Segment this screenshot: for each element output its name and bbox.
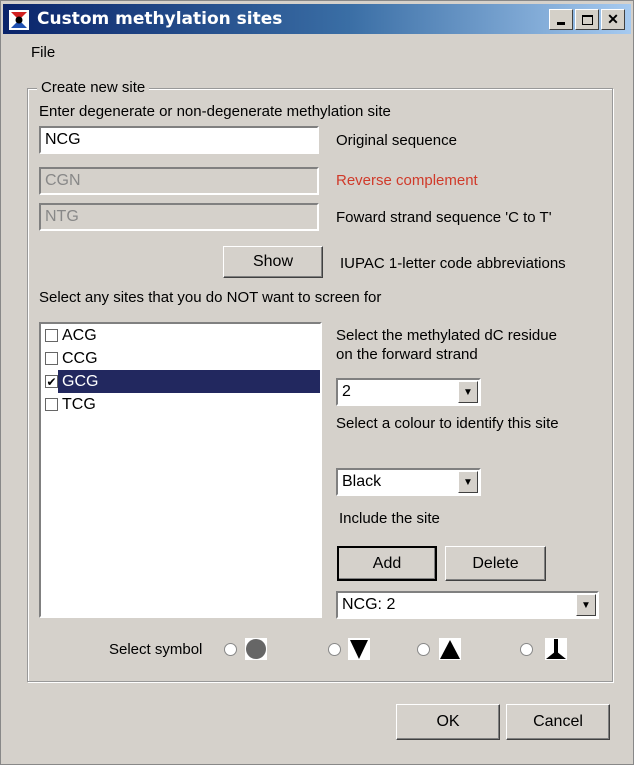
- checkbox-checked[interactable]: ✔: [45, 375, 58, 388]
- colour-select[interactable]: Black ▼: [336, 468, 481, 496]
- residue-label-1: Select the methylated dC residue: [336, 327, 557, 344]
- checkbox[interactable]: [45, 329, 58, 342]
- reverse-complement-field: CGN: [39, 167, 319, 195]
- chevron-down-icon[interactable]: ▼: [458, 471, 478, 493]
- close-button[interactable]: ✕: [601, 9, 625, 30]
- chevron-down-icon[interactable]: ▼: [458, 381, 478, 403]
- instruction-label: Enter degenerate or non-degenerate methy…: [39, 103, 391, 120]
- title-bar: Custom methylation sites ✕: [3, 4, 631, 34]
- ok-button[interactable]: OK: [396, 704, 500, 740]
- inverted-t-icon: [545, 638, 567, 660]
- minimize-button[interactable]: [549, 9, 573, 30]
- app-icon: [9, 10, 29, 30]
- close-icon: ✕: [607, 11, 619, 27]
- chevron-down-icon[interactable]: ▼: [576, 594, 596, 616]
- iupac-label: IUPAC 1-letter code abbreviations: [340, 255, 566, 272]
- original-sequence-label: Original sequence: [336, 132, 457, 149]
- cancel-button[interactable]: Cancel: [506, 704, 610, 740]
- menu-bar: File: [3, 39, 631, 67]
- colour-label: Select a colour to identify this site: [336, 415, 559, 432]
- checkbox[interactable]: [45, 398, 58, 411]
- dialog-window: Custom methylation sites ✕ File Create n…: [0, 0, 634, 765]
- include-label: Include the site: [339, 510, 440, 527]
- residue-select[interactable]: 2 ▼: [336, 378, 481, 406]
- group-legend: Create new site: [37, 79, 150, 96]
- residue-value: 2: [342, 383, 351, 400]
- select-symbol-label: Select symbol: [109, 641, 203, 658]
- reverse-complement-label: Reverse complement: [336, 172, 478, 189]
- triangle-up-icon: [439, 638, 461, 660]
- menu-file[interactable]: File: [31, 44, 55, 61]
- triangle-down-icon: [348, 638, 370, 660]
- list-item[interactable]: ✔ GCG: [41, 370, 320, 393]
- symbol-radio-inverted-t[interactable]: [520, 643, 533, 656]
- maximize-icon: [581, 14, 593, 25]
- minimize-icon: [557, 22, 565, 25]
- list-item[interactable]: CCG: [41, 347, 320, 370]
- select-sites-label: Select any sites that you do NOT want to…: [39, 289, 382, 306]
- maximize-button[interactable]: [575, 9, 599, 30]
- delete-button[interactable]: Delete: [445, 546, 546, 581]
- show-button[interactable]: Show: [223, 246, 323, 278]
- original-sequence-input[interactable]: NCG: [39, 126, 319, 154]
- list-item[interactable]: TCG: [41, 393, 320, 416]
- symbol-radio-triangle-down[interactable]: [328, 643, 341, 656]
- window-title: Custom methylation sites: [37, 9, 283, 29]
- colour-value: Black: [342, 473, 382, 490]
- circle-symbol-icon: [245, 638, 267, 660]
- symbol-radio-triangle-up[interactable]: [417, 643, 430, 656]
- checkbox[interactable]: [45, 352, 58, 365]
- forward-strand-label: Foward strand sequence 'C to T': [336, 209, 552, 226]
- list-item[interactable]: ACG: [41, 324, 320, 347]
- forward-strand-field: NTG: [39, 203, 319, 231]
- symbol-radio-circle[interactable]: [224, 643, 237, 656]
- sites-listbox[interactable]: ACG CCG ✔ GCG TCG: [39, 322, 322, 618]
- add-button[interactable]: Add: [337, 546, 437, 581]
- residue-label-2: on the forward strand: [336, 346, 478, 363]
- sites-select-value: NCG: 2: [342, 596, 396, 613]
- sites-select[interactable]: NCG: 2 ▼: [336, 591, 599, 619]
